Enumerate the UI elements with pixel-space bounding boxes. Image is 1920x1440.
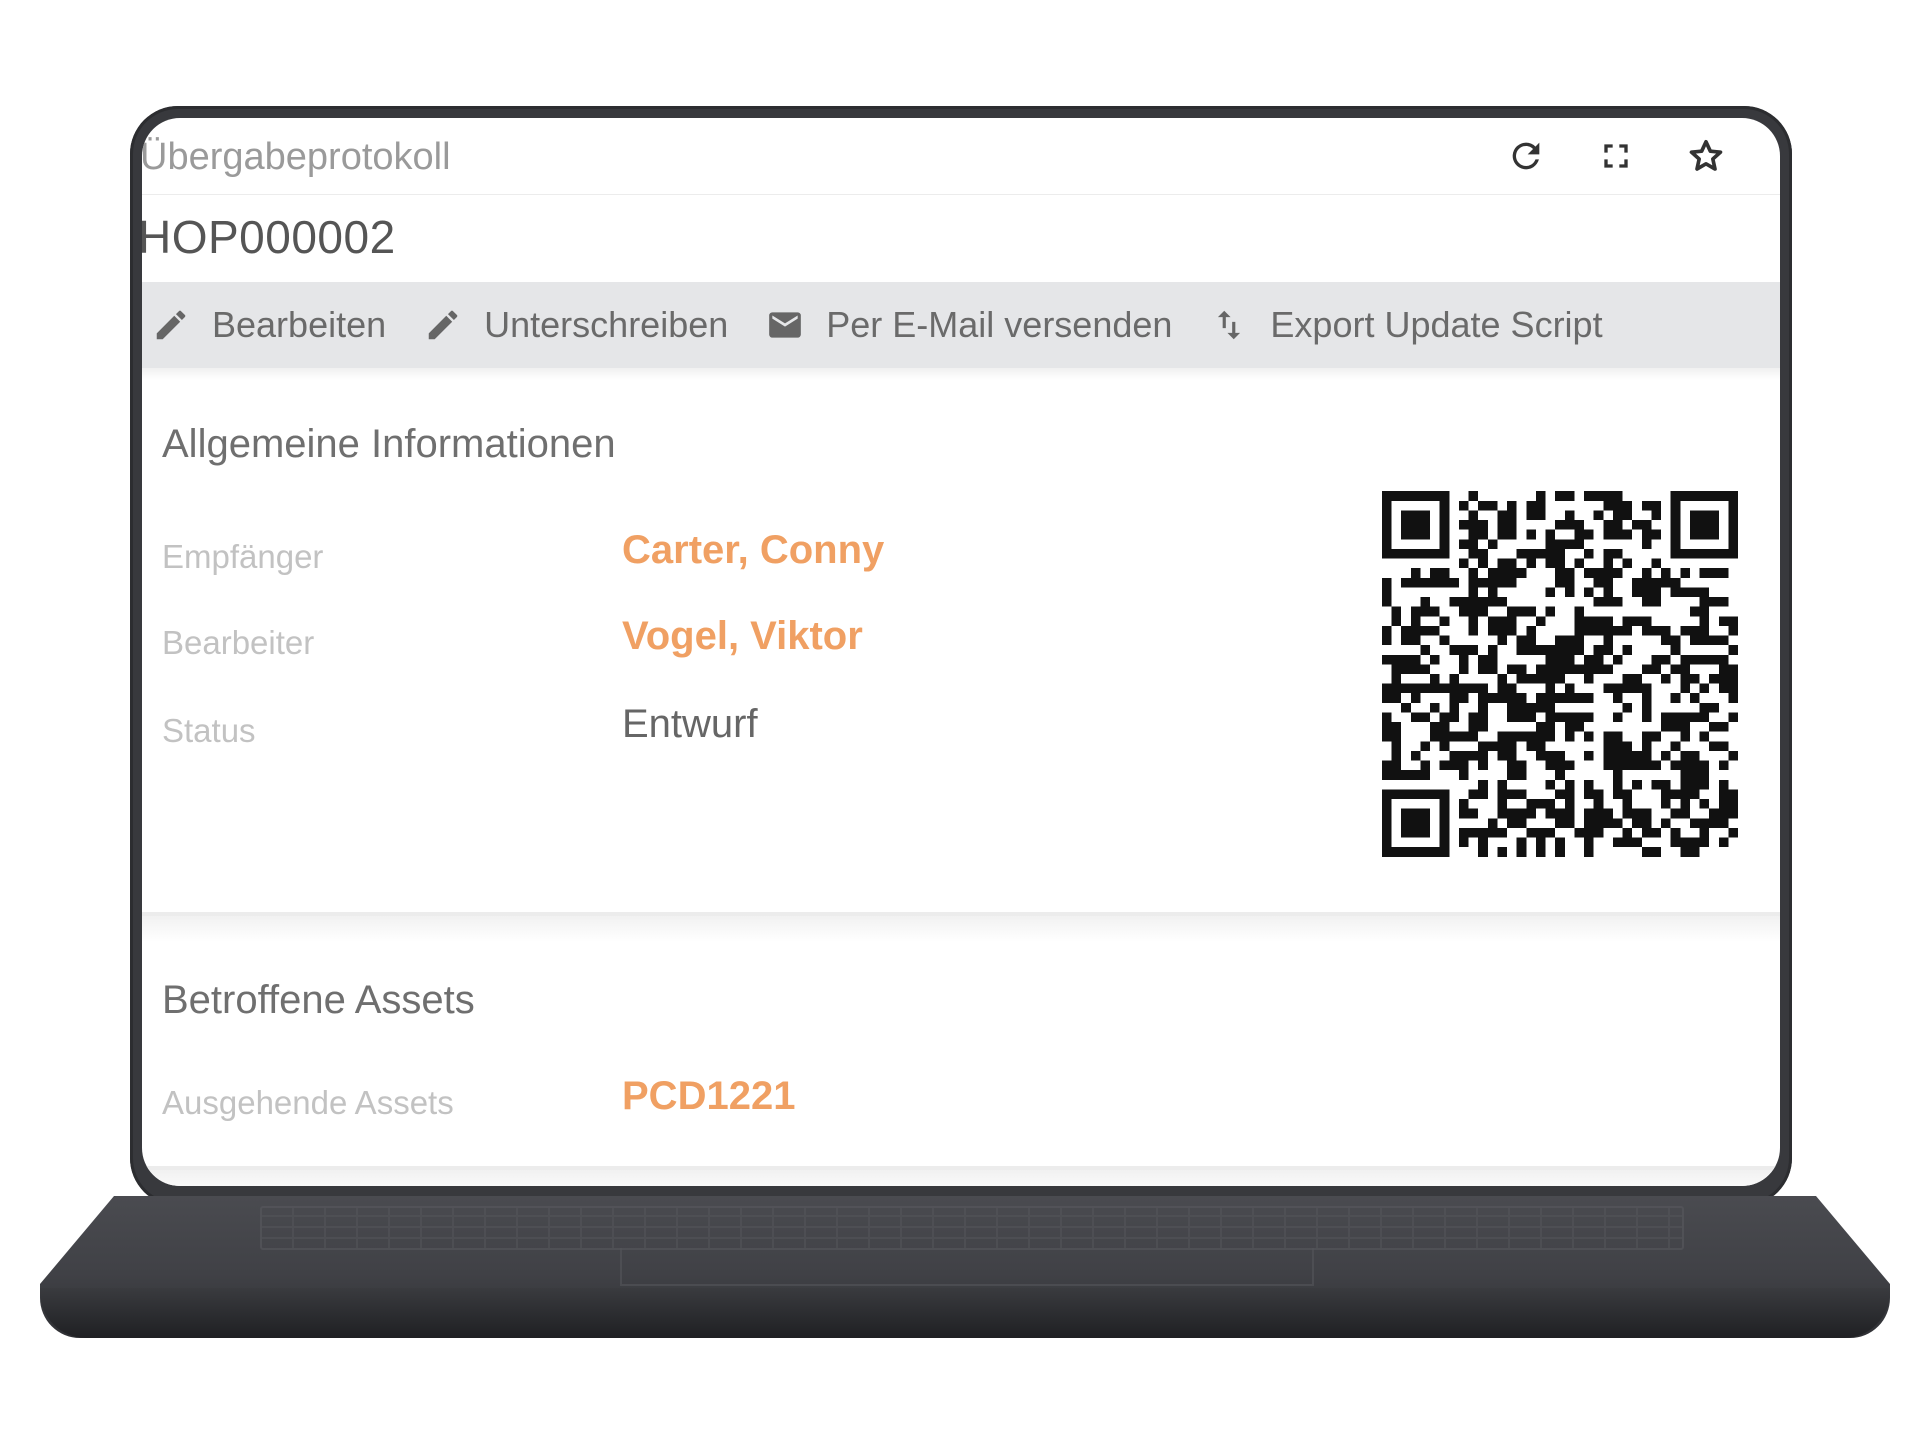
export-script-button[interactable]: Export Update Script (1200, 282, 1630, 368)
favorite-button[interactable] (1684, 134, 1728, 178)
edit-button[interactable]: Bearbeiten (142, 282, 414, 368)
general-info-title: Allgemeine Informationen (162, 422, 616, 466)
pencil-icon (156, 310, 186, 340)
action-toolbar: Bearbeiten Unterschreiben Per E-Mail ver… (142, 282, 1780, 368)
assets-title: Betroffene Assets (162, 978, 475, 1022)
laptop-trackpad (620, 1248, 1314, 1286)
export-script-label: Export Update Script (1270, 304, 1603, 345)
recipient-label: Empfänger (162, 538, 324, 575)
qr-finder-pattern (1689, 510, 1719, 540)
edit-label: Bearbeiten (212, 304, 387, 345)
laptop-base-edge (40, 1288, 1890, 1338)
refresh-button[interactable] (1504, 134, 1548, 178)
recipient-link[interactable]: Carter, Conny (622, 528, 884, 573)
swap-vertical-icon (1218, 310, 1241, 340)
outgoing-asset-link[interactable]: PCD1221 (622, 1074, 795, 1119)
qr-finder-pattern (1401, 510, 1431, 540)
section-divider (142, 912, 1780, 942)
sign-label: Unterschreiben (484, 304, 729, 345)
toolbar-shadow (142, 368, 1780, 380)
laptop-keyboard (260, 1206, 1684, 1250)
laptop-screen: Übergabeprotokoll HOP000002 Bearbeiten U… (142, 118, 1780, 1186)
window-controls (1504, 134, 1728, 178)
document-id: HOP000002 (142, 211, 396, 263)
section-divider (142, 1166, 1780, 1186)
editor-link[interactable]: Vogel, Viktor (622, 614, 863, 659)
fullscreen-button[interactable] (1594, 134, 1638, 178)
star-icon (1689, 140, 1723, 171)
outgoing-assets-label: Ausgehende Assets (162, 1084, 454, 1121)
qr-code (1382, 491, 1738, 857)
fullscreen-icon (1604, 144, 1628, 168)
pencil-icon (428, 310, 458, 340)
editor-label: Bearbeiter (162, 624, 315, 661)
title-bar: Übergabeprotokoll (142, 118, 1780, 195)
status-label: Status (162, 712, 256, 749)
sign-button[interactable]: Unterschreiben (414, 282, 756, 368)
envelope-icon (769, 312, 802, 338)
app-title: Übergabeprotokoll (142, 136, 451, 178)
status-value: Entwurf (622, 702, 758, 746)
send-email-button[interactable]: Per E-Mail versenden (756, 282, 1200, 368)
send-email-label: Per E-Mail versenden (826, 304, 1173, 345)
refresh-icon (1512, 142, 1540, 170)
qr-finder-pattern (1401, 808, 1431, 838)
